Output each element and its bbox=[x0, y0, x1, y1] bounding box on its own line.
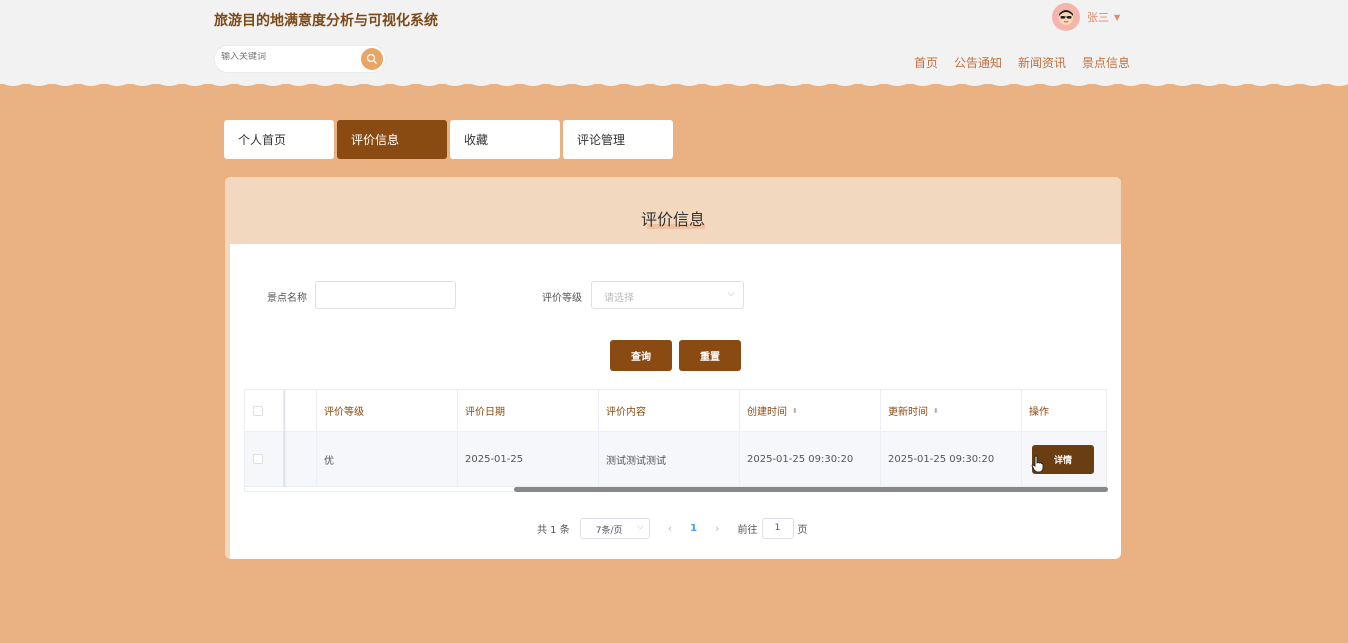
page-suffix: 页 bbox=[797, 524, 808, 536]
cell-updated: 2025-01-25 09:30:20 bbox=[881, 432, 1022, 486]
reviews-panel: 评价信息 景点名称 评价等级 请选择 ⌵ 查询 重置 评价等级 评价日期 评价内… bbox=[225, 177, 1121, 559]
row-index bbox=[285, 432, 317, 486]
goto-label: 前往 bbox=[737, 524, 758, 536]
avatar bbox=[1052, 3, 1080, 31]
cell-created: 2025-01-25 09:30:20 bbox=[740, 432, 881, 486]
page-size-value: 7条/页 bbox=[595, 525, 623, 536]
header-wave-divider bbox=[0, 74, 1348, 86]
horizontal-scrollbar[interactable] bbox=[514, 487, 1108, 492]
chevron-down-icon: ⌵ bbox=[636, 521, 644, 532]
nav-home[interactable]: 首页 bbox=[914, 54, 938, 71]
tab-reviews[interactable]: 评价信息 bbox=[337, 120, 447, 159]
search-input[interactable] bbox=[221, 52, 351, 62]
col-created-label: 创建时间 bbox=[747, 407, 787, 418]
nav-attractions[interactable]: 景点信息 bbox=[1082, 54, 1130, 71]
level-select-placeholder: 请选择 bbox=[604, 293, 634, 304]
chevron-down-icon: ▼ bbox=[1114, 12, 1121, 22]
nav-notices[interactable]: 公告通知 bbox=[954, 54, 1002, 71]
pagination-total: 共 1 条 bbox=[537, 524, 570, 536]
cell-content: 测试测试测试 bbox=[599, 432, 740, 486]
col-level: 评价等级 bbox=[317, 390, 458, 431]
site-title: 旅游目的地满意度分析与可视化系统 bbox=[214, 13, 438, 29]
cell-level: 优 bbox=[317, 432, 458, 486]
row-checkbox[interactable] bbox=[253, 454, 263, 464]
col-action: 操作 bbox=[1029, 407, 1049, 418]
sort-icon[interactable]: ⬍ bbox=[792, 407, 798, 415]
col-created[interactable]: 创建时间 ⬍ bbox=[740, 390, 881, 431]
fixed-column-shadow bbox=[283, 390, 287, 487]
table-header-row: 评价等级 评价日期 评价内容 创建时间 ⬍ 更新时间 ⬍ 操作 bbox=[245, 390, 1106, 432]
hand-cursor-icon bbox=[1031, 455, 1044, 473]
filter-level-label: 评价等级 bbox=[542, 293, 582, 304]
tab-comment-management[interactable]: 评论管理 bbox=[563, 120, 673, 159]
col-updated-label: 更新时间 bbox=[888, 407, 928, 418]
col-content: 评价内容 bbox=[599, 390, 740, 431]
reset-button[interactable]: 重置 bbox=[679, 340, 741, 371]
table-row: 优 2025-01-25 测试测试测试 2025-01-25 09:30:20 … bbox=[245, 432, 1106, 487]
level-select[interactable]: 请选择 ⌵ bbox=[591, 281, 744, 309]
filter-name-label: 景点名称 bbox=[267, 293, 307, 304]
query-button[interactable]: 查询 bbox=[610, 340, 672, 371]
panel-header: 评价信息 bbox=[225, 177, 1121, 244]
reviews-table: 评价等级 评价日期 评价内容 创建时间 ⬍ 更新时间 ⬍ 操作 优 2025-0… bbox=[244, 389, 1108, 492]
next-page-icon[interactable]: › bbox=[715, 522, 719, 535]
nav-news[interactable]: 新闻资讯 bbox=[1018, 54, 1066, 71]
cell-date: 2025-01-25 bbox=[458, 432, 599, 486]
main-nav: 首页 公告通知 新闻资讯 景点信息 bbox=[914, 54, 1130, 71]
user-menu[interactable]: 张三 ▼ bbox=[1052, 3, 1120, 31]
center-tabs: 个人首页 评价信息 收藏 评论管理 bbox=[224, 120, 673, 159]
prev-page-icon[interactable]: ‹ bbox=[668, 522, 672, 535]
user-name: 张三 bbox=[1087, 11, 1109, 24]
tab-favorites[interactable]: 收藏 bbox=[450, 120, 560, 159]
page-number[interactable]: 1 bbox=[690, 523, 697, 534]
search-icon[interactable] bbox=[361, 48, 383, 70]
panel-title: 评价信息 bbox=[640, 210, 705, 229]
sort-icon[interactable]: ⬍ bbox=[933, 407, 939, 415]
row-select-cell bbox=[245, 432, 285, 486]
col-date: 评价日期 bbox=[458, 390, 599, 431]
col-updated[interactable]: 更新时间 ⬍ bbox=[881, 390, 1022, 431]
top-header: 旅游目的地满意度分析与可视化系统 张三 ▼ 首页 公告通知 新闻资讯 景点信息 bbox=[0, 0, 1348, 84]
search-box bbox=[214, 45, 386, 73]
tab-personal-home[interactable]: 个人首页 bbox=[224, 120, 334, 159]
select-all-cell bbox=[245, 390, 285, 431]
attraction-name-input[interactable] bbox=[315, 281, 456, 309]
index-header bbox=[285, 390, 317, 431]
pagination: 共 1 条 7条/页 ⌵ ‹ 1 › 前往 1 页 bbox=[537, 517, 808, 539]
page-size-select[interactable]: 7条/页 ⌵ bbox=[579, 517, 650, 539]
goto-page-input[interactable]: 1 bbox=[761, 517, 794, 539]
select-all-checkbox[interactable] bbox=[253, 405, 263, 416]
chevron-down-icon: ⌵ bbox=[727, 288, 735, 299]
panel-edge bbox=[225, 244, 230, 559]
